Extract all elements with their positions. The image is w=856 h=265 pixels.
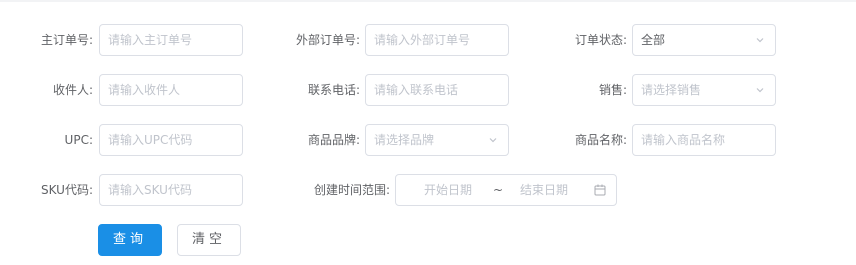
brand-select[interactable]: 请选择品牌	[365, 124, 509, 156]
phone-label: 联系电话:	[307, 83, 360, 97]
phone-input[interactable]	[366, 75, 508, 105]
upc-field[interactable]	[99, 124, 243, 156]
receiver-input[interactable]	[100, 75, 242, 105]
top-divider	[0, 0, 856, 2]
receiver-field[interactable]	[99, 74, 243, 106]
brand-label: 商品品牌:	[307, 133, 360, 147]
clear-button[interactable]: 清空	[177, 224, 241, 256]
brand-placeholder: 请选择品牌	[374, 133, 435, 147]
external-order-no-label: 外部订单号:	[295, 33, 360, 47]
start-date-input[interactable]: 开始日期	[424, 175, 472, 205]
query-button[interactable]: 查询	[98, 224, 162, 256]
main-order-no-input[interactable]	[100, 25, 242, 55]
calendar-icon	[594, 184, 606, 196]
order-status-label: 订单状态:	[574, 33, 627, 47]
end-date-input[interactable]: 结束日期	[520, 175, 568, 205]
order-status-select[interactable]: 全部	[632, 24, 776, 56]
phone-field[interactable]	[365, 74, 509, 106]
main-order-no-label: 主订单号:	[40, 33, 93, 47]
range-separator: ~	[493, 183, 504, 197]
external-order-no-input[interactable]	[366, 25, 508, 55]
chevron-down-icon[interactable]	[488, 135, 498, 145]
main-order-no-field[interactable]	[99, 24, 243, 56]
product-name-field[interactable]	[632, 124, 776, 156]
sales-placeholder: 请选择销售	[641, 83, 702, 97]
order-status-value: 全部	[641, 33, 666, 47]
sku-field[interactable]	[99, 174, 243, 206]
chevron-down-icon[interactable]	[755, 35, 765, 45]
upc-label: UPC:	[64, 133, 93, 147]
sales-label: 销售:	[598, 83, 627, 97]
created-date-range-picker[interactable]: 开始日期 ~ 结束日期	[395, 174, 617, 206]
upc-input[interactable]	[100, 125, 242, 155]
product-name-label: 商品名称:	[574, 133, 627, 147]
chevron-down-icon[interactable]	[755, 85, 765, 95]
receiver-label: 收件人:	[52, 83, 93, 97]
sku-input[interactable]	[100, 175, 242, 205]
external-order-no-field[interactable]	[365, 24, 509, 56]
sales-select[interactable]: 请选择销售	[632, 74, 776, 106]
created-range-label: 创建时间范围:	[313, 183, 390, 197]
product-name-input[interactable]	[633, 125, 775, 155]
sku-label: SKU代码:	[41, 183, 93, 197]
